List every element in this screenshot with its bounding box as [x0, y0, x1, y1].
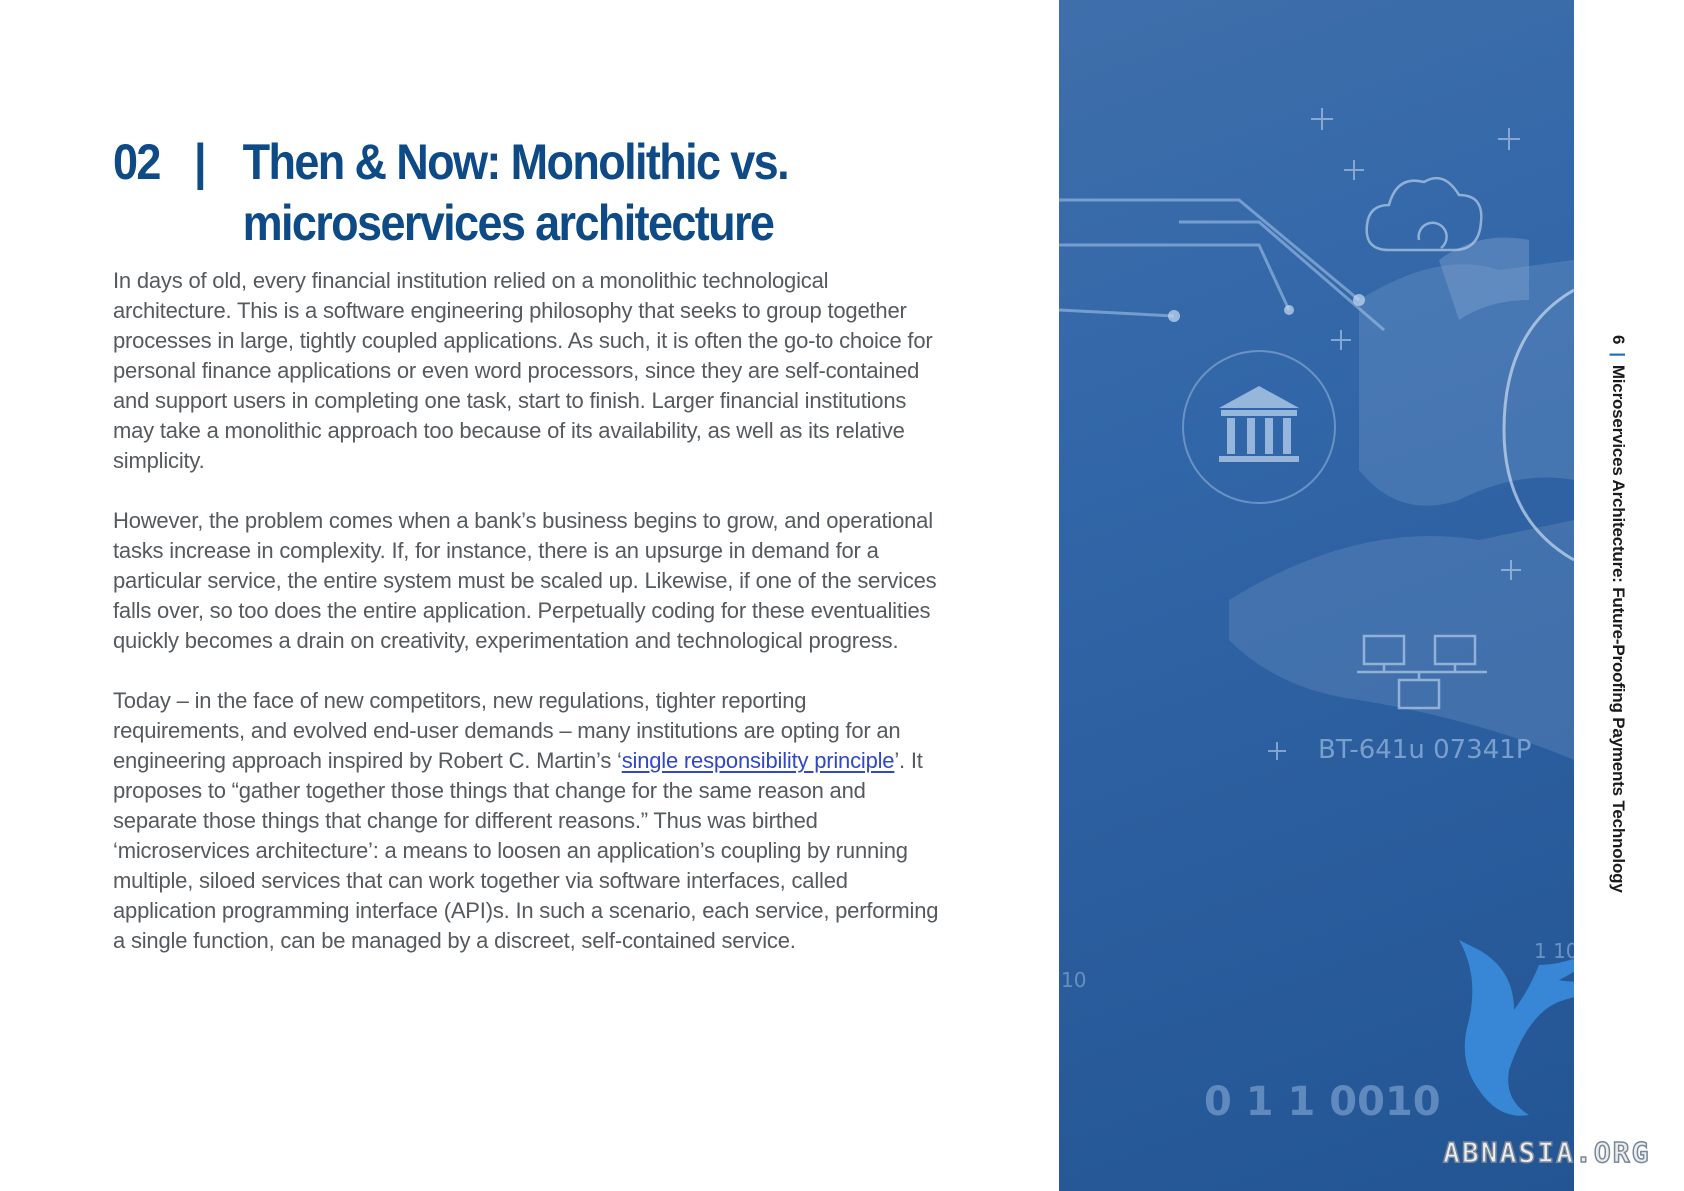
bank-icon [1182, 350, 1336, 504]
section-number: 02 [113, 134, 161, 190]
site-watermark: ABNASIA.ORG [1442, 1135, 1651, 1170]
running-footer: 6 | Microservices Architecture: Future-Pro… [1608, 335, 1628, 893]
overlay-binary-text: 0 1 1 0010 [1204, 1079, 1441, 1125]
overlay-code-text: BT-641u 07341P [1318, 735, 1531, 765]
section-separator: | [194, 134, 207, 190]
circuit-illustration: BT-641u 07341P 0 1 1 0010 10 1 10 [1059, 108, 1574, 1125]
document-title: Microservices Architecture: Future-Proof… [1609, 364, 1628, 893]
paragraph-3: Today – in the face of new competitors, … [113, 686, 943, 956]
cloud-sync-icon [1365, 176, 1483, 252]
eagle-logo-icon [1459, 940, 1574, 1116]
hero-image-panel: BT-641u 07341P 0 1 1 0010 10 1 10 [1059, 0, 1574, 1191]
paragraph-2: However, the problem comes when a bank’s… [113, 508, 937, 653]
footer-separator: | [1609, 352, 1628, 357]
page-number: 6 [1609, 335, 1628, 345]
section-title: Then & Now: Monolithic vs. microservices… [242, 134, 790, 251]
paragraph-3-rest: ’. It proposes to “gather together those… [113, 748, 939, 953]
paragraph-1: In days of old, every financial institut… [113, 268, 933, 473]
overlay-number-right: 1 10 [1534, 939, 1574, 963]
overlay-number-left: 10 [1061, 968, 1086, 992]
article-body: In days of old, every financial institut… [113, 266, 943, 986]
single-responsibility-link[interactable]: single responsibility principle [622, 748, 895, 773]
